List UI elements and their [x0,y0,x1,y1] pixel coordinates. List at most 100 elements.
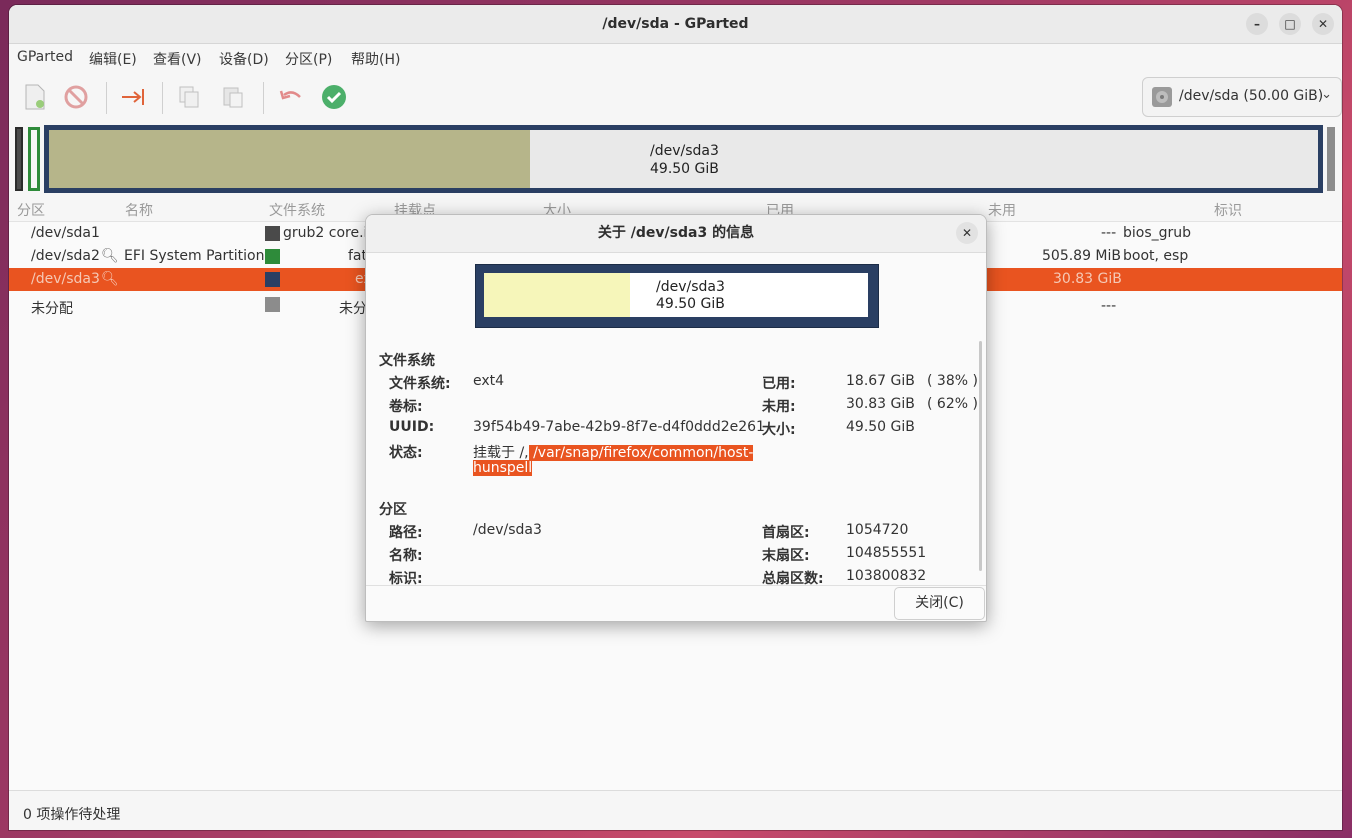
dialog-title: 关于 /dev/sda3 的信息 [597,225,755,241]
col-filesystem[interactable]: 文件系统 [269,200,325,220]
size-value: 49.50 GiB [846,419,915,435]
disk-map: /dev/sda3 49.50 GiB [9,122,1342,198]
first-sector-value: 1054720 [846,522,909,538]
row-unused: --- [1101,225,1117,241]
device-selector[interactable]: /dev/sda (50.00 GiB) ⌄ [1142,77,1342,117]
device-selector-label: /dev/sda (50.00 GiB) [1179,88,1324,104]
menu-edit[interactable]: 编辑(E) [89,49,137,69]
path-label: 路径: [389,525,423,541]
used-percent: ( 38% ) [927,373,978,389]
uuid-value: 39f54b49-7abe-42b9-8f7e-d4f0ddd2e261 [473,419,765,435]
row-name: EFI System Partition [124,248,265,264]
status-selected-text-line2[interactable]: hunspell [473,460,533,476]
menu-gparted[interactable]: GParted [17,49,73,65]
toolbar-separator [263,82,264,114]
graph-partition-size: 49.50 GiB [656,296,725,312]
dialog-title-bar: 关于 /dev/sda3 的信息 [366,215,986,253]
disk-map-sda2[interactable] [28,127,40,191]
fs-color-swatch [265,249,280,264]
partition-graph: /dev/sda3 49.50 GiB [475,264,879,328]
window-close-button[interactable]: ✕ [1312,13,1334,35]
total-sectors-label: 总扇区数: [762,571,824,585]
fs-color-swatch [265,297,280,312]
title-bar: /dev/sda - GParted – □ ✕ [9,5,1342,44]
flags-label: 标识: [389,571,423,585]
toolbar-separator [162,82,163,114]
row-filesystem: 未分 [339,301,367,317]
dialog-close-icon[interactable]: ✕ [956,222,978,244]
close-button[interactable]: 关闭(C) [894,587,985,620]
size-label: 大小: [762,422,796,438]
copy-icon[interactable] [175,83,203,111]
row-flags: boot, esp [1123,248,1189,264]
status-label: 状态: [389,445,423,461]
dialog-scrollbar[interactable] [979,341,982,571]
unused-label: 未用: [762,399,796,415]
col-partition[interactable]: 分区 [17,200,45,220]
key-icon: 🔍︎ [101,248,119,264]
maximize-button[interactable]: □ [1279,13,1301,35]
fs-value: ext4 [473,373,505,389]
row-partition: /dev/sda3 [31,271,100,287]
status-bar: 0 项操作待处理 [9,790,1342,830]
undo-icon[interactable] [277,83,305,111]
col-flags[interactable]: 标识 [1214,200,1242,220]
menu-bar: GParted 编辑(E) 查看(V) 设备(D) 分区(P) 帮助(H) [9,44,1342,72]
fs-color-swatch [265,272,280,287]
row-unused: 505.89 MiB [1042,248,1122,264]
chevron-down-icon: ⌄ [1321,87,1332,102]
dialog-divider [366,585,986,586]
fs-label: 文件系统: [389,376,451,392]
col-name[interactable]: 名称 [125,200,153,220]
fs-section-heading: 文件系统 [379,353,435,369]
row-flags: bios_grub [1123,225,1192,241]
toolbar: /dev/sda (50.00 GiB) ⌄ [9,72,1342,123]
partition-info-dialog: 关于 /dev/sda3 的信息 ✕ /dev/sda3 49.50 GiB 文… [365,214,987,622]
row-filesystem: grub2 core.i [283,225,368,241]
unused-percent: ( 62% ) [927,396,978,412]
col-unused[interactable]: 未用 [988,200,1016,220]
disk-map-partition-size: 49.50 GiB [650,161,719,177]
partition-section-heading: 分区 [379,502,407,518]
disk-map-unallocated[interactable] [1327,127,1335,191]
minimize-button[interactable]: – [1246,13,1268,35]
window-title: /dev/sda - GParted [602,16,749,32]
apply-icon[interactable] [320,83,348,111]
disk-map-used-fill [49,130,530,188]
uuid-label: UUID: [389,419,435,435]
menu-help[interactable]: 帮助(H) [351,49,400,69]
graph-partition-name: /dev/sda3 [656,279,725,295]
path-value: /dev/sda3 [473,522,542,538]
fs-color-swatch [265,226,280,241]
menu-partition[interactable]: 分区(P) [285,49,332,69]
disk-map-partition-name: /dev/sda3 [650,143,719,159]
row-partition: /dev/sda1 [31,225,100,241]
row-partition: 未分配 [31,301,73,317]
disk-map-sda1[interactable] [15,127,23,191]
volume-label: 卷标: [389,399,423,415]
dialog-scroll-area[interactable]: 文件系统 文件系统: ext4 卷标: UUID: 39f54b49-7abe-… [366,339,984,585]
resize-move-icon[interactable] [119,83,147,111]
pending-operations-text: 0 项操作待处理 [23,807,121,823]
row-partition: /dev/sda2 [31,248,100,264]
used-value: 18.67 GiB [846,373,915,389]
delete-icon[interactable] [62,83,90,111]
last-sector-label: 末扇区: [762,548,810,564]
name-label: 名称: [389,548,423,564]
partition-graph-used-fill [484,273,630,317]
disk-map-sda3[interactable]: /dev/sda3 49.50 GiB [44,125,1323,193]
paste-icon[interactable] [219,83,247,111]
menu-view[interactable]: 查看(V) [153,49,202,69]
row-unused: --- [1101,298,1117,314]
used-label: 已用: [762,376,796,392]
status-prefix: 挂载于 /, [473,445,529,461]
key-icon: 🔍︎ [101,271,119,287]
menu-device[interactable]: 设备(D) [219,49,269,69]
new-partition-icon[interactable] [21,83,49,111]
disk-icon [1152,87,1172,107]
first-sector-label: 首扇区: [762,525,810,541]
total-sectors-value: 103800832 [846,568,927,584]
status-selected-text[interactable]: /var/snap/firefox/common/host- [528,445,754,461]
status-value: 挂载于 /, /var/snap/firefox/common/host- [473,442,754,462]
row-unused: 30.83 GiB [1053,271,1122,287]
